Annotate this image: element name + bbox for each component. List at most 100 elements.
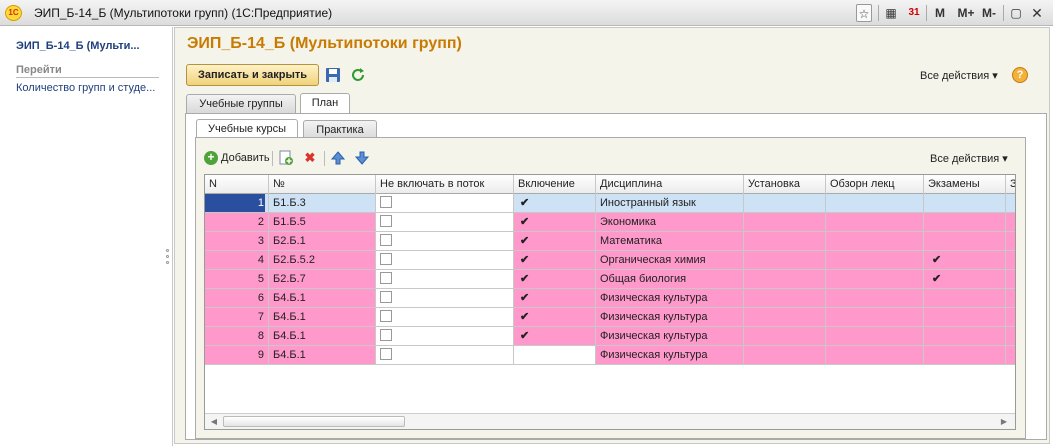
cell-setup[interactable] bbox=[744, 289, 826, 308]
cell-extra[interactable] bbox=[1006, 289, 1015, 308]
cell-discipline[interactable]: Физическая культура bbox=[596, 289, 744, 308]
cell-code[interactable]: Б2.Б.7 bbox=[269, 270, 376, 289]
column-header-col-lectures[interactable]: Обзорн лекц bbox=[826, 175, 924, 194]
courses-table[interactable]: N № Не включать в поток Включение Дисциплина… bbox=[204, 174, 1016, 430]
column-header-col-n[interactable]: N bbox=[205, 175, 269, 194]
cell-include[interactable]: ✔ bbox=[514, 289, 596, 308]
cell-exams[interactable] bbox=[924, 289, 1006, 308]
horizontal-scrollbar[interactable]: ◀ ▶ bbox=[205, 413, 1015, 429]
cell-include[interactable]: ✔ bbox=[514, 213, 596, 232]
cell-number[interactable]: 4 bbox=[205, 251, 269, 270]
restore-icon[interactable]: ▢ bbox=[1009, 4, 1023, 22]
tab-study-groups[interactable]: Учебные группы bbox=[186, 94, 296, 113]
cell-extra[interactable] bbox=[1006, 213, 1015, 232]
memory-m-plus-button[interactable]: M+ bbox=[955, 4, 977, 22]
cell-include[interactable]: ✔ bbox=[514, 327, 596, 346]
table-row[interactable]: 6 Б4.Б.1 ✔ Физическая культура bbox=[205, 289, 1015, 308]
cell-number[interactable]: 6 bbox=[205, 289, 269, 308]
cell-include[interactable]: ✔ bbox=[514, 194, 596, 213]
cell-exams[interactable] bbox=[924, 194, 1006, 213]
table-row[interactable]: 4 Б2.Б.5.2 ✔ Органическая химия ✔ bbox=[205, 251, 1015, 270]
cell-exams[interactable] bbox=[924, 232, 1006, 251]
cell-code[interactable]: Б1.Б.3 bbox=[269, 194, 376, 213]
cell-exams[interactable]: ✔ bbox=[924, 251, 1006, 270]
cell-code[interactable]: Б4.Б.1 bbox=[269, 346, 376, 365]
table-row[interactable]: 7 Б4.Б.1 ✔ Физическая культура bbox=[205, 308, 1015, 327]
cell-number[interactable]: 3 bbox=[205, 232, 269, 251]
cell-exclude[interactable] bbox=[376, 213, 514, 232]
cell-number[interactable]: 8 bbox=[205, 327, 269, 346]
cell-lectures[interactable] bbox=[826, 327, 924, 346]
cell-lectures[interactable] bbox=[826, 194, 924, 213]
exclude-checkbox[interactable] bbox=[380, 348, 392, 360]
table-all-actions-menu[interactable]: Все действия ▾ bbox=[930, 152, 1008, 165]
cell-code[interactable]: Б2.Б.5.2 bbox=[269, 251, 376, 270]
cell-exams[interactable] bbox=[924, 213, 1006, 232]
save-icon[interactable] bbox=[325, 67, 341, 83]
exclude-checkbox[interactable] bbox=[380, 310, 392, 322]
tab-courses[interactable]: Учебные курсы bbox=[196, 119, 298, 139]
cell-lectures[interactable] bbox=[826, 232, 924, 251]
column-header-col-setup[interactable]: Установка bbox=[744, 175, 826, 194]
cell-discipline[interactable]: Физическая культура bbox=[596, 346, 744, 365]
memory-m-button[interactable]: M bbox=[933, 4, 947, 22]
cell-include[interactable]: ✔ bbox=[514, 308, 596, 327]
table-row[interactable]: 2 Б1.Б.5 ✔ Экономика bbox=[205, 213, 1015, 232]
cell-lectures[interactable] bbox=[826, 289, 924, 308]
cell-setup[interactable] bbox=[744, 270, 826, 289]
cell-setup[interactable] bbox=[744, 308, 826, 327]
cell-setup[interactable] bbox=[744, 213, 826, 232]
table-row[interactable]: 3 Б2.Б.1 ✔ Математика bbox=[205, 232, 1015, 251]
column-header-col-extra[interactable]: З bbox=[1006, 175, 1015, 194]
cell-number[interactable]: 5 bbox=[205, 270, 269, 289]
exclude-checkbox[interactable] bbox=[380, 329, 392, 341]
cell-discipline[interactable]: Экономика bbox=[596, 213, 744, 232]
help-icon[interactable]: ? bbox=[1012, 67, 1028, 83]
cell-extra[interactable] bbox=[1006, 346, 1015, 365]
exclude-checkbox[interactable] bbox=[380, 234, 392, 246]
cell-discipline[interactable]: Физическая культура bbox=[596, 327, 744, 346]
cell-setup[interactable] bbox=[744, 232, 826, 251]
exclude-checkbox[interactable] bbox=[380, 291, 392, 303]
exclude-checkbox[interactable] bbox=[380, 253, 392, 265]
cell-lectures[interactable] bbox=[826, 346, 924, 365]
calculator-icon[interactable]: ▦ bbox=[883, 4, 899, 22]
cell-extra[interactable] bbox=[1006, 270, 1015, 289]
exclude-checkbox[interactable] bbox=[380, 196, 392, 208]
cell-include[interactable]: ✔ bbox=[514, 270, 596, 289]
scroll-thumb[interactable] bbox=[223, 416, 405, 427]
cell-exclude[interactable] bbox=[376, 308, 514, 327]
cell-number[interactable]: 9 bbox=[205, 346, 269, 365]
cell-extra[interactable] bbox=[1006, 251, 1015, 270]
cell-setup[interactable] bbox=[744, 327, 826, 346]
exclude-checkbox[interactable] bbox=[380, 215, 392, 227]
cell-code[interactable]: Б1.Б.5 bbox=[269, 213, 376, 232]
move-up-icon[interactable] bbox=[330, 150, 346, 166]
table-row[interactable]: 5 Б2.Б.7 ✔ Общая биология ✔ bbox=[205, 270, 1015, 289]
column-header-col-include[interactable]: Включение bbox=[514, 175, 596, 194]
memory-m-minus-button[interactable]: M- bbox=[980, 4, 998, 22]
cell-exclude[interactable] bbox=[376, 270, 514, 289]
cell-code[interactable]: Б2.Б.1 bbox=[269, 232, 376, 251]
all-actions-menu[interactable]: Все действия ▾ bbox=[920, 69, 998, 82]
cell-discipline[interactable]: Математика bbox=[596, 232, 744, 251]
scroll-right-icon[interactable]: ▶ bbox=[997, 416, 1011, 428]
cell-code[interactable]: Б4.Б.1 bbox=[269, 308, 376, 327]
cell-code[interactable]: Б4.Б.1 bbox=[269, 289, 376, 308]
cell-setup[interactable] bbox=[744, 194, 826, 213]
cell-extra[interactable] bbox=[1006, 308, 1015, 327]
copy-icon[interactable] bbox=[278, 150, 294, 166]
cell-code[interactable]: Б4.Б.1 bbox=[269, 327, 376, 346]
cell-exclude[interactable] bbox=[376, 327, 514, 346]
cell-include[interactable]: ✔ bbox=[514, 232, 596, 251]
cell-discipline[interactable]: Общая биология bbox=[596, 270, 744, 289]
table-row[interactable]: 1 Б1.Б.3 ✔ Иностранный язык bbox=[205, 194, 1015, 213]
cell-setup[interactable] bbox=[744, 251, 826, 270]
cell-extra[interactable] bbox=[1006, 194, 1015, 213]
cell-discipline[interactable]: Физическая культура bbox=[596, 308, 744, 327]
column-header-col-exclude[interactable]: Не включать в поток bbox=[376, 175, 514, 194]
cell-extra[interactable] bbox=[1006, 327, 1015, 346]
table-row[interactable]: 9 Б4.Б.1 Физическая культура bbox=[205, 346, 1015, 365]
cell-number[interactable]: 7 bbox=[205, 308, 269, 327]
cell-lectures[interactable] bbox=[826, 251, 924, 270]
